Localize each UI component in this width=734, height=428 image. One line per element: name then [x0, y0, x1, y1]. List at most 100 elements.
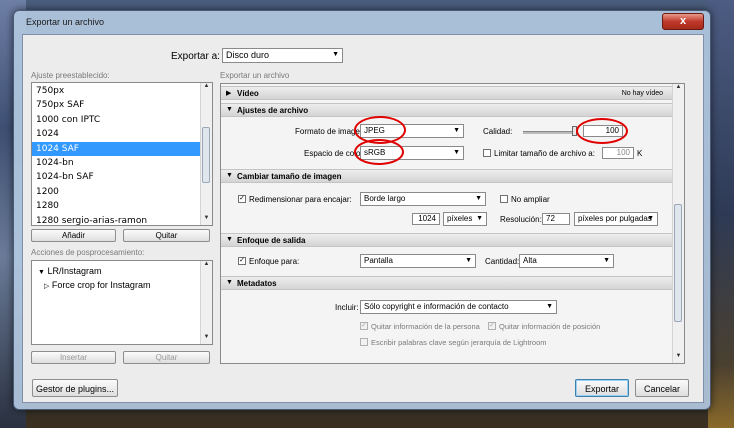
remove-preset-button[interactable]: Quitar: [123, 229, 210, 242]
collapsed-triangle-icon: ▶: [226, 90, 232, 97]
presets-label: Ajuste preestablecido:: [31, 71, 110, 80]
close-button[interactable]: x: [662, 13, 704, 30]
size-input[interactable]: 1024: [412, 213, 440, 225]
file-settings-section-header[interactable]: ▼ Ajustes de archivo: [221, 103, 673, 117]
scroll-down-icon[interactable]: ▼: [673, 353, 684, 363]
resize-label: Redimensionar para encajar:: [249, 195, 352, 204]
resize-mode-value: Borde largo: [364, 194, 406, 203]
export-button[interactable]: Exportar: [575, 379, 629, 397]
export-dialog: Exportar un archivo x Exportar a: Disco …: [13, 10, 711, 410]
insert-action-button[interactable]: Insertar: [31, 351, 116, 364]
chevron-down-icon: ▼: [476, 215, 483, 222]
preset-item[interactable]: 1024: [36, 127, 59, 141]
section-title: Vídeo: [237, 89, 259, 98]
scroll-down-icon[interactable]: ▼: [201, 215, 212, 225]
sharpen-label: Enfoque para:: [249, 257, 300, 266]
scroll-up-icon[interactable]: ▲: [201, 83, 212, 93]
settings-scrollbar[interactable]: ▲ ▼: [672, 84, 684, 363]
remove-person-label: Quitar información de la persona: [371, 322, 480, 331]
tree-item-label: LR/Instagram: [47, 266, 102, 276]
video-section-header[interactable]: ▶ Vídeo No hay vídeo: [221, 86, 673, 100]
plugin-manager-button[interactable]: Gestor de plugins...: [32, 379, 118, 397]
tree-item-force-crop[interactable]: ▷ Force crop for Instagram: [44, 280, 150, 290]
settings-panel: ▶ Vídeo No hay vídeo ▼ Ajustes de archiv…: [220, 83, 685, 364]
title-bar: Exportar un archivo x: [14, 11, 710, 33]
preset-item[interactable]: 1280: [36, 199, 59, 213]
desktop-background-right: [708, 0, 734, 428]
sharpening-section-header[interactable]: ▼ Enfoque de salida: [221, 233, 673, 247]
scroll-up-icon[interactable]: ▲: [201, 261, 212, 271]
metadata-section-header[interactable]: ▼ Metadatos: [221, 276, 673, 290]
preset-item[interactable]: 1024-bn: [36, 156, 74, 170]
chevron-down-icon: ▼: [546, 303, 553, 310]
resolution-input[interactable]: 72: [542, 213, 570, 225]
amount-dropdown[interactable]: Alta ▼: [519, 254, 614, 268]
keywords-hierarchy-checkbox[interactable]: [360, 338, 368, 346]
resolution-label: Resolución:: [500, 215, 542, 224]
limit-size-checkbox[interactable]: [483, 149, 491, 157]
chevron-down-icon: ▼: [647, 215, 654, 222]
amount-label: Cantidad:: [485, 257, 520, 266]
no-enlarge-label: No ampliar: [511, 195, 550, 204]
resize-mode-dropdown[interactable]: Borde largo ▼: [360, 192, 486, 206]
presets-scroll-thumb[interactable]: [202, 127, 210, 183]
preset-item[interactable]: 1280 sergio-arias-ramon: [36, 214, 147, 225]
tree-item-lr-instagram[interactable]: ▼ LR/Instagram: [38, 266, 101, 276]
size-unit-value: píxeles: [447, 214, 473, 223]
expanded-triangle-icon: ▼: [226, 236, 233, 243]
sharpen-for-dropdown[interactable]: Pantalla ▼: [360, 254, 476, 268]
limit-size-input[interactable]: 100: [602, 147, 634, 159]
no-enlarge-checkbox[interactable]: [500, 195, 508, 203]
chevron-down-icon: ▼: [332, 51, 339, 58]
quality-slider[interactable]: [523, 131, 575, 134]
export-file-label: Exportar un archivo: [220, 71, 290, 80]
expanded-triangle-icon: ▼: [226, 172, 233, 179]
chevron-down-icon: ▼: [603, 257, 610, 264]
sharpen-checkbox[interactable]: ✓: [238, 257, 246, 265]
preset-item[interactable]: 1024 SAF: [32, 141, 200, 156]
annotation-oval-color-space: [354, 139, 404, 165]
export-to-dropdown[interactable]: Disco duro ▼: [222, 48, 343, 63]
resolution-unit-value: píxeles por pulgadas: [578, 214, 652, 223]
preset-item[interactable]: 1000 con IPTC: [36, 113, 100, 127]
post-processing-scrollbar[interactable]: ▲ ▼: [200, 261, 212, 344]
window-title: Exportar un archivo: [26, 17, 105, 27]
size-unit-dropdown[interactable]: píxeles ▼: [443, 212, 487, 226]
scroll-up-icon[interactable]: ▲: [673, 84, 684, 94]
resolution-unit-dropdown[interactable]: píxeles por pulgadas ▼: [574, 212, 658, 226]
resize-section-header[interactable]: ▼ Cambiar tamaño de imagen: [221, 169, 673, 183]
include-label: Incluir:: [335, 303, 359, 312]
tree-item-label: Force crop for Instagram: [51, 280, 151, 290]
add-preset-button[interactable]: Añadir: [31, 229, 116, 242]
collapsed-triangle-icon: ▷: [44, 283, 50, 290]
section-title: Ajustes de archivo: [237, 106, 309, 115]
limit-size-unit: K: [637, 149, 643, 158]
resize-checkbox[interactable]: ✓: [238, 195, 246, 203]
remove-location-checkbox[interactable]: ✓: [488, 322, 496, 330]
scroll-down-icon[interactable]: ▼: [201, 334, 212, 344]
preset-item[interactable]: 750px: [36, 84, 64, 98]
keywords-hierarchy-label: Escribir palabras clave según jerarquía …: [371, 338, 547, 347]
section-title: Cambiar tamaño de imagen: [237, 172, 342, 181]
presets-scrollbar[interactable]: ▲ ▼: [200, 83, 212, 225]
remove-action-button[interactable]: Quitar: [123, 351, 210, 364]
preset-item[interactable]: 1200: [36, 185, 59, 199]
expand-triangle-icon: ▼: [38, 269, 45, 276]
export-to-value: Disco duro: [226, 50, 270, 60]
settings-scroll-thumb[interactable]: [674, 204, 682, 322]
cancel-button[interactable]: Cancelar: [635, 379, 689, 397]
export-to-label: Exportar a:: [171, 51, 220, 62]
preset-item[interactable]: 750px SAF: [36, 98, 84, 112]
preset-item[interactable]: 1024-bn SAF: [36, 170, 94, 184]
chevron-down-icon: ▼: [453, 149, 460, 156]
post-processing-tree: ▼ LR/Instagram ▷ Force crop for Instagra…: [31, 260, 213, 345]
remove-person-checkbox[interactable]: ✓: [360, 322, 368, 330]
remove-location-label: Quitar información de posición: [499, 322, 601, 331]
video-summary: No hay vídeo: [621, 90, 663, 97]
chevron-down-icon: ▼: [475, 195, 482, 202]
chevron-down-icon: ▼: [453, 127, 460, 134]
dialog-client: Exportar a: Disco duro ▼ Ajuste preestab…: [22, 34, 704, 403]
close-icon: x: [679, 15, 687, 27]
limit-size-label: Limitar tamaño de archivo a:: [494, 149, 595, 158]
include-dropdown[interactable]: Sólo copyright e información de contacto…: [360, 300, 557, 314]
